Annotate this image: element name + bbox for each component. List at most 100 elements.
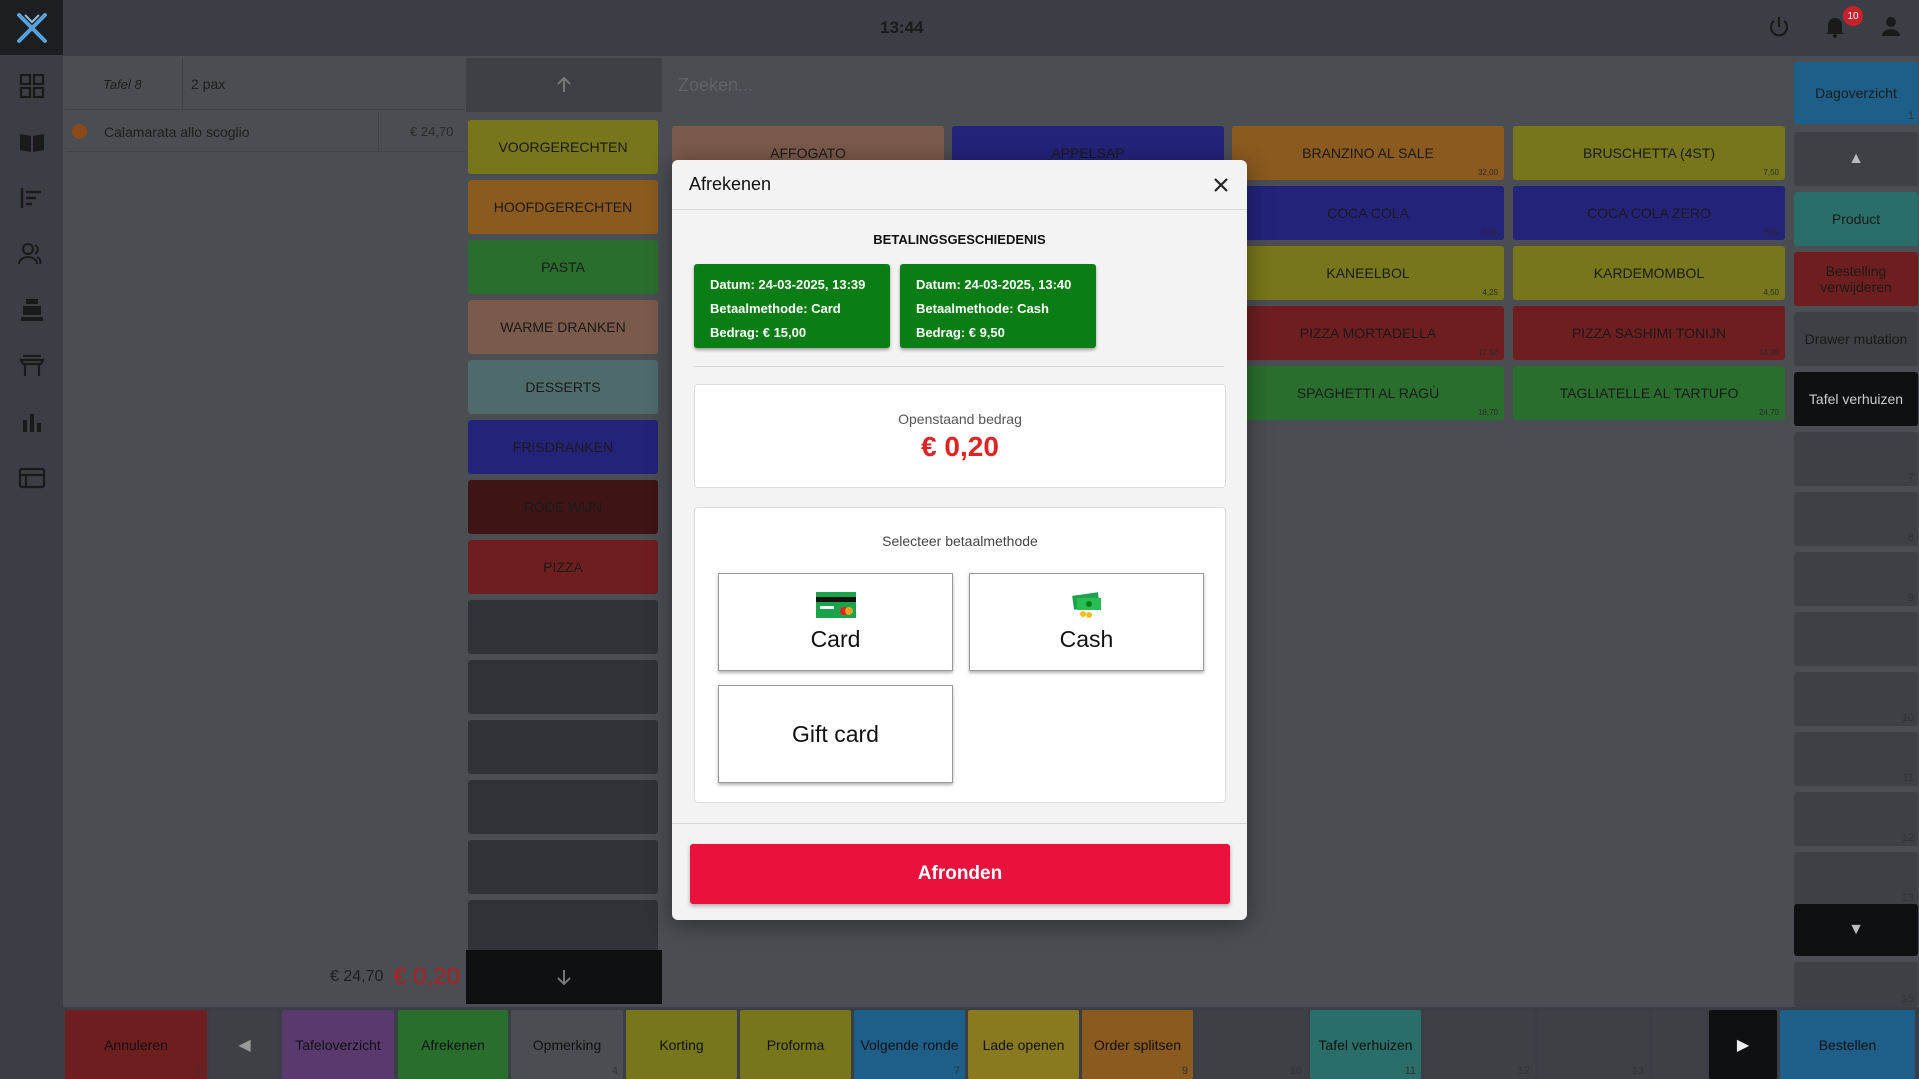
bottom-action-button[interactable]: Korting: [626, 1010, 737, 1079]
product-button[interactable]: KARDEMOMBOL 4,50: [1513, 246, 1785, 300]
action-button[interactable]: Drawer mutation: [1794, 312, 1918, 366]
empty-category-slot[interactable]: [468, 600, 658, 654]
empty-category-slot[interactable]: [468, 840, 658, 894]
user-icon[interactable]: [1879, 14, 1905, 40]
bottom-action-button[interactable]: Tafel verhuizen 11: [1310, 1010, 1421, 1079]
product-button[interactable]: TAGLIATELLE AL TARTUFO 24,70: [1513, 366, 1785, 420]
category-button[interactable]: PIZZA: [468, 540, 658, 594]
action-button[interactable]: Bestelling verwijderen: [1794, 252, 1918, 306]
category-button[interactable]: WARME DRANKEN: [468, 300, 658, 354]
cash-button[interactable]: Cash: [969, 573, 1204, 671]
bottom-action-button[interactable]: 10: [1196, 1010, 1307, 1079]
bottom-action-button[interactable]: Tafeloverzicht: [282, 1010, 394, 1079]
bottom-action-button[interactable]: [1652, 1010, 1706, 1079]
action-button[interactable]: 13: [1794, 852, 1918, 906]
search-input[interactable]: Zoeken...: [666, 58, 1791, 112]
product-button[interactable]: KANEELBOL 4,25: [1232, 246, 1504, 300]
close-icon[interactable]: [1207, 171, 1235, 199]
bottom-action-number: 12: [1517, 1065, 1530, 1077]
category-button[interactable]: DESSERTS: [468, 360, 658, 414]
product-button[interactable]: BRUSCHETTA (4ST) 7,50: [1513, 126, 1785, 180]
product-button[interactable]: PIZZA MORTADELLA 17,50: [1232, 306, 1504, 360]
gift-card-button[interactable]: Gift card: [718, 685, 953, 783]
notification-badge: 10: [1843, 6, 1863, 26]
category-button[interactable]: HOOFDGERECHTEN: [468, 180, 658, 234]
product-price: 7,50: [1763, 168, 1779, 177]
cash-icon: [1071, 591, 1101, 618]
product-button[interactable]: SPAGHETTI AL RAGÙ 18,70: [1232, 366, 1504, 420]
bottom-action-button[interactable]: Order splitsen 9: [1082, 1010, 1193, 1079]
list-icon[interactable]: [18, 184, 46, 212]
product-button[interactable]: PIZZA SASHIMI TONIJN 14,95: [1513, 306, 1785, 360]
action-button[interactable]: Product: [1794, 192, 1918, 246]
bottom-action-button[interactable]: Afrekenen: [398, 1010, 508, 1079]
menu-book-icon[interactable]: [18, 128, 46, 156]
payment-amount: Bedrag: € 9,50: [916, 325, 1005, 340]
action-button[interactable]: 11: [1794, 732, 1918, 786]
bottom-action-button[interactable]: Bestellen: [1780, 1010, 1915, 1079]
action-button[interactable]: 12: [1794, 792, 1918, 846]
bottom-action-button[interactable]: ▶: [1709, 1010, 1777, 1079]
top-bar: [0, 0, 1919, 56]
bottom-action-button[interactable]: Annuleren 1: [65, 1010, 207, 1079]
action-button[interactable]: 10: [1794, 672, 1918, 726]
cash-register-icon[interactable]: [18, 296, 46, 324]
bottom-action-label: Tafeloverzicht: [295, 1036, 381, 1053]
product-button[interactable]: COCA COLA 3,50: [1232, 186, 1504, 240]
action-button[interactable]: 9: [1794, 552, 1918, 606]
bottom-action-label: ◀: [238, 1036, 251, 1054]
credit-card-icon: [815, 591, 856, 618]
product-button[interactable]: BRANZINO AL SALE 32,00: [1232, 126, 1504, 180]
bottom-action-number: 11: [1404, 1065, 1416, 1077]
app-logo-icon[interactable]: [0, 0, 63, 55]
action-button[interactable]: [1794, 612, 1918, 666]
product-price: 18,70: [1477, 408, 1498, 417]
action-button[interactable]: 8: [1794, 492, 1918, 546]
bar-chart-icon[interactable]: [18, 408, 46, 436]
action-button[interactable]: 15: [1794, 962, 1918, 1007]
bottom-action-button[interactable]: Proforma: [740, 1010, 851, 1079]
bottom-action-button[interactable]: Opmerking 4: [511, 1010, 623, 1079]
bottom-action-label: Afrekenen: [421, 1036, 485, 1053]
bottom-action-label: ▶: [1736, 1036, 1750, 1054]
category-button[interactable]: RODE WIJN: [468, 480, 658, 534]
category-button[interactable]: VOORGERECHTEN: [468, 120, 658, 174]
empty-category-slot[interactable]: [468, 720, 658, 774]
bottom-action-button[interactable]: 12: [1424, 1010, 1535, 1079]
card-icon[interactable]: [18, 464, 46, 492]
bottom-action-label: Order splitsen: [1093, 1036, 1182, 1053]
action-button[interactable]: 7: [1794, 432, 1918, 486]
action-button[interactable]: Tafel verhuizen: [1794, 372, 1918, 426]
product-name: KARDEMOMBOL: [1593, 265, 1705, 281]
product-name: TAGLIATELLE AL TARTUFO: [1559, 385, 1739, 401]
category-scroll-down-button[interactable]: [466, 950, 662, 1004]
table-name[interactable]: Tafel 8: [65, 58, 183, 110]
pax-count[interactable]: 2 pax: [183, 58, 465, 110]
table-icon[interactable]: [18, 352, 46, 380]
bottom-action-button[interactable]: 13: [1538, 1010, 1649, 1079]
action-number: 8: [1907, 532, 1914, 544]
empty-category-slot[interactable]: [468, 780, 658, 834]
customers-icon[interactable]: [18, 240, 46, 268]
payment-history-card: Datum: 24-03-2025, 13:39 Betaalmethode: …: [694, 264, 890, 348]
bottom-action-button[interactable]: Lade openen: [968, 1010, 1079, 1079]
action-button[interactable]: ▲: [1794, 132, 1918, 186]
power-icon[interactable]: [1766, 14, 1794, 42]
empty-category-slot[interactable]: [468, 660, 658, 714]
product-button[interactable]: COCA COLA ZERO 3,50: [1513, 186, 1785, 240]
bottom-action-button[interactable]: ◀: [210, 1010, 279, 1079]
divider: [378, 112, 379, 152]
product-name: SPAGHETTI AL RAGÙ: [1296, 385, 1440, 401]
card-button[interactable]: Card: [718, 573, 953, 671]
payment-method-label: Selecteer betaalmethode: [882, 533, 1038, 549]
dashboard-icon[interactable]: [18, 72, 46, 100]
category-button[interactable]: PASTA: [468, 240, 658, 294]
action-button[interactable]: ▼: [1794, 904, 1918, 956]
empty-category-slot[interactable]: [468, 900, 658, 954]
arrow-down-icon: [557, 970, 571, 986]
category-scroll-up-button[interactable]: [466, 58, 662, 112]
finish-button[interactable]: Afronden: [690, 844, 1230, 904]
action-button[interactable]: Dagoverzicht 1: [1794, 62, 1918, 124]
category-button[interactable]: FRISDRANKEN: [468, 420, 658, 474]
bottom-action-button[interactable]: Volgende ronde 7: [854, 1010, 965, 1079]
